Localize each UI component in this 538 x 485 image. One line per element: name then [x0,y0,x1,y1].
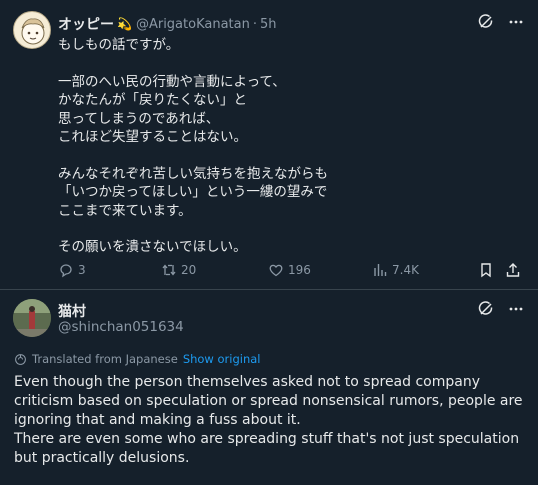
reply-text: Even though the person themselves asked … [14,374,523,466]
tweet-actions: 3 20 196 7.4K [58,262,528,280]
badge-emoji: 💫 [117,17,132,31]
translation-notice: Translated from Japanese Show original [14,352,260,366]
like-count: 196 [288,263,311,277]
tweet-top-actions [478,14,524,30]
grok-icon[interactable] [478,301,494,317]
more-icon[interactable] [508,301,524,317]
tweet-header: オッピー 💫 @ArigatoKanatan · 5h [58,14,277,34]
bookmark-icon [478,262,494,278]
avatar[interactable] [13,11,51,49]
repost-count: 20 [181,263,197,277]
grok-icon[interactable] [478,14,494,30]
like-button[interactable]: 196 [268,262,311,278]
heart-icon [268,262,284,278]
bookmark-button[interactable] [478,262,494,278]
tweet[interactable]: オッピー 💫 @ArigatoKanatan · 5h もしもの話ですが。 一部… [0,0,538,290]
timestamp[interactable]: 5h [260,17,277,32]
translate-icon [14,353,27,366]
repost-button[interactable]: 20 [161,262,196,278]
divider [0,289,538,290]
show-original-link[interactable]: Show original [183,352,261,366]
reply-avatar[interactable] [13,299,51,337]
reply-icon [58,262,74,278]
reply-top-actions [478,301,524,317]
share-icon [505,262,521,278]
tweet-text: もしもの話ですが。 一部のへい民の行動や言動によって、 かなたんが「戻りたくない… [58,37,328,256]
author-name[interactable]: オッピー [58,14,114,34]
reply-author-name[interactable]: 猫村 [58,301,86,321]
reply-author-handle[interactable]: @shinchan051634 [58,319,184,335]
translated-label: Translated from Japanese [32,352,178,366]
views-button[interactable]: 7.4K [372,262,419,278]
views-icon [372,262,388,278]
reply-count: 3 [78,263,86,277]
reply-button[interactable]: 3 [58,262,86,278]
share-button[interactable] [505,262,521,278]
repost-icon [161,262,177,278]
more-icon[interactable] [508,14,524,30]
views-count: 7.4K [392,263,419,277]
author-handle[interactable]: @ArigatoKanatan [136,17,250,32]
separator: · [252,16,257,32]
